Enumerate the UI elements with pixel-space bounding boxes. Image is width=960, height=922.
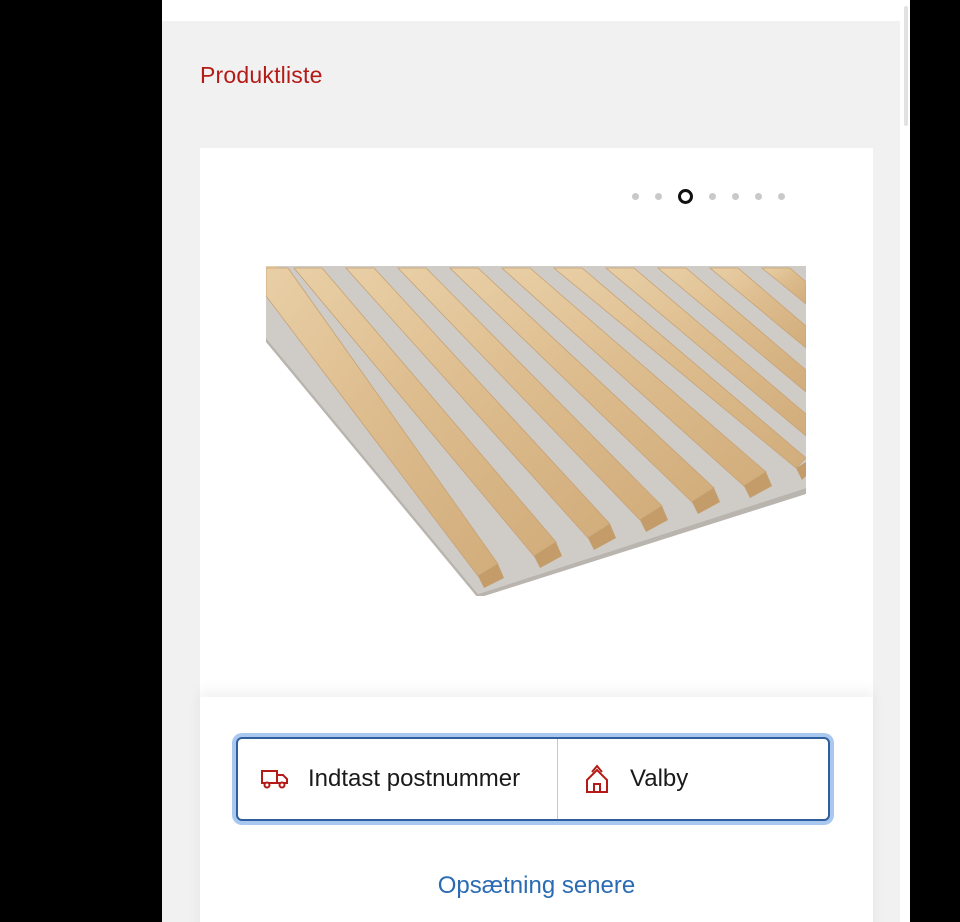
store-button[interactable]: Valby [558,739,828,819]
delivery-store-selector: Indtast postnummer Valby [236,737,830,821]
scrollbar-thumb[interactable] [904,6,908,126]
header-bar [162,0,900,21]
postcode-button[interactable]: Indtast postnummer [238,739,558,819]
postcode-label: Indtast postnummer [308,765,521,792]
carousel-dot[interactable] [709,192,716,200]
carousel-dot[interactable] [732,192,739,200]
scrollbar[interactable] [900,0,910,922]
truck-icon [260,764,290,794]
product-card: Indtast postnummer Valby Opsætning sener… [200,148,873,922]
carousel-dot-active[interactable] [678,188,693,204]
store-icon [582,764,612,794]
carousel-pagination [632,188,801,204]
carousel-dot[interactable] [778,192,785,200]
setup-later-link[interactable]: Opsætning senere [200,872,873,900]
product-image[interactable] [266,266,806,596]
store-label: Valby [630,765,689,792]
app-screen: Produktliste Indtast postnummer Valby Op… [162,0,910,922]
breadcrumb-product-list[interactable]: Produktliste [200,62,323,89]
carousel-dot[interactable] [632,192,639,200]
carousel-dot[interactable] [655,192,662,200]
store-selection-panel: Indtast postnummer Valby Opsætning sener… [200,697,873,922]
carousel-dot[interactable] [755,192,762,200]
